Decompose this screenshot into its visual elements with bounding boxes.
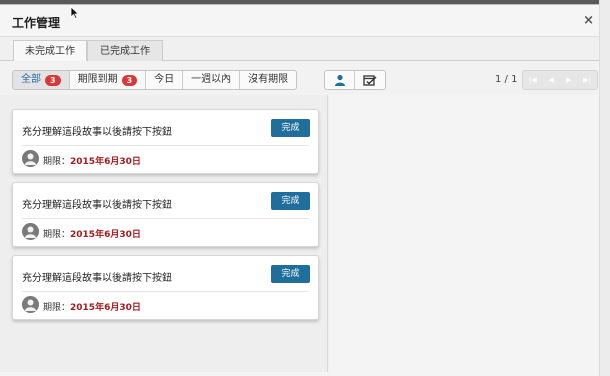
calendar-view-button[interactable] <box>355 71 385 89</box>
page-indicator: 1 / 1 <box>495 74 518 85</box>
task-detail-pane <box>329 95 599 372</box>
task-title: 充分理解這段故事以後請按下按鈕 <box>22 273 172 284</box>
last-page-icon[interactable]: ▶| <box>583 76 591 84</box>
calendar-check-icon <box>363 75 377 86</box>
pagination-controls: |◀ ◀ ▶ ▶| <box>522 70 598 90</box>
prev-page-icon[interactable]: ◀ <box>549 76 554 84</box>
filter-week[interactable]: 一週以內 <box>183 71 241 89</box>
avatar <box>22 223 39 240</box>
deadline-date: 2015年6月30日 <box>70 303 141 313</box>
person-icon <box>334 74 345 86</box>
task-card: 充分理解這段故事以後請按下按鈕 完成 期限：2015年6月30日 <box>12 255 319 320</box>
task-list: 充分理解這段故事以後請按下按鈕 完成 期限：2015年6月30日 充分理解這段故… <box>0 95 328 372</box>
deadline-label: 期限： <box>43 230 71 240</box>
filter-no-deadline-label: 沒有期限 <box>248 74 289 85</box>
filter-today-label: 今日 <box>154 74 175 85</box>
toolbar: 全部 3 期限到期 3 今日 一週以內 沒有期限 1 / 1 |◀ ◀ ▶ ▶| <box>0 61 610 99</box>
complete-button[interactable]: 完成 <box>271 119 310 137</box>
complete-button[interactable]: 完成 <box>271 265 310 283</box>
filter-all[interactable]: 全部 3 <box>13 71 70 89</box>
filter-week-label: 一週以內 <box>191 74 232 85</box>
person-view-button[interactable] <box>325 71 355 89</box>
card-divider <box>22 291 309 292</box>
scrollbar[interactable] <box>599 0 610 376</box>
task-card: 充分理解這段故事以後請按下按鈕 完成 期限：2015年6月30日 <box>12 182 319 247</box>
filter-today[interactable]: 今日 <box>146 71 184 89</box>
filter-all-badge: 3 <box>45 74 61 86</box>
user-avatar-icon <box>22 150 39 167</box>
filter-due-label: 期限到期 <box>77 74 118 85</box>
dialog-header: 工作管理 × <box>0 5 610 37</box>
filter-group: 全部 3 期限到期 3 今日 一週以內 沒有期限 <box>12 70 298 90</box>
view-toggle-group <box>324 70 386 90</box>
task-title: 充分理解這段故事以後請按下按鈕 <box>22 200 172 211</box>
next-page-icon[interactable]: ▶ <box>566 76 571 84</box>
deadline-date: 2015年6月30日 <box>70 230 141 240</box>
deadline-label: 期限： <box>43 303 71 313</box>
filter-due[interactable]: 期限到期 3 <box>70 71 147 89</box>
tab-completed[interactable]: 已完成工作 <box>87 40 163 62</box>
deadline: 期限：2015年6月30日 <box>43 154 141 167</box>
filter-all-label: 全部 <box>21 74 41 85</box>
user-avatar-icon <box>22 296 39 313</box>
filter-due-badge: 3 <box>121 74 138 86</box>
avatar <box>22 296 39 313</box>
mouse-cursor-icon <box>70 6 79 19</box>
deadline-label: 期限： <box>43 157 71 167</box>
deadline: 期限：2015年6月30日 <box>43 300 141 313</box>
deadline: 期限：2015年6月30日 <box>43 227 141 240</box>
dialog-title: 工作管理 <box>12 16 61 30</box>
user-avatar-icon <box>22 223 39 240</box>
tab-incomplete[interactable]: 未完成工作 <box>13 40 87 62</box>
avatar <box>22 150 39 167</box>
first-page-icon[interactable]: |◀ <box>529 76 537 84</box>
task-card: 充分理解這段故事以後請按下按鈕 完成 期限：2015年6月30日 <box>12 109 319 174</box>
task-title: 充分理解這段故事以後請按下按鈕 <box>22 127 172 138</box>
tab-bar: 未完成工作 已完成工作 <box>0 37 610 62</box>
close-icon[interactable]: × <box>583 13 594 28</box>
card-divider <box>22 145 309 146</box>
deadline-date: 2015年6月30日 <box>70 157 141 167</box>
content-area: 充分理解這段故事以後請按下按鈕 完成 期限：2015年6月30日 充分理解這段故… <box>0 95 610 372</box>
card-divider <box>22 218 309 219</box>
filter-no-deadline[interactable]: 沒有期限 <box>240 71 296 89</box>
complete-button[interactable]: 完成 <box>271 192 310 210</box>
